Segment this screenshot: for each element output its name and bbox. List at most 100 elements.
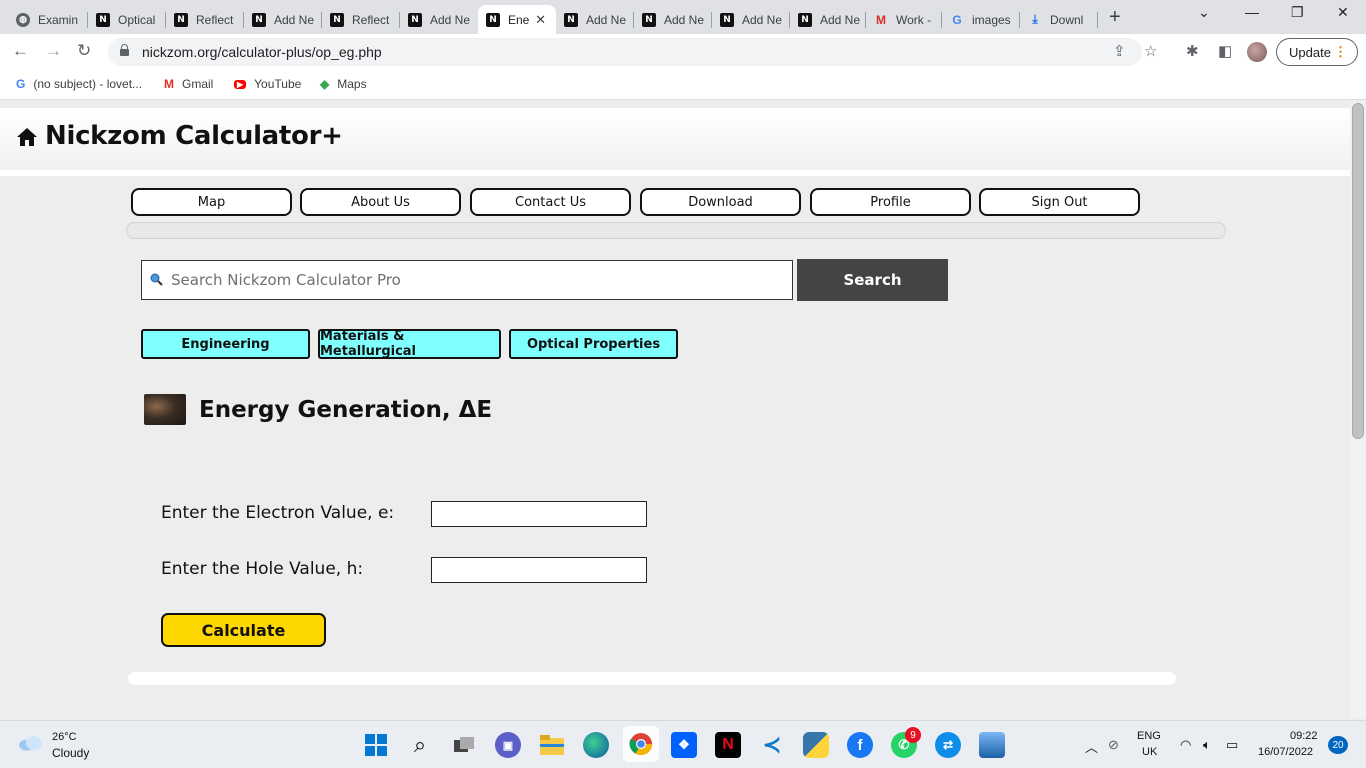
chrome-icon[interactable] [623, 726, 659, 762]
teams-chat-icon[interactable]: ▣ [495, 732, 521, 758]
header-divider [0, 170, 1350, 176]
battery-icon[interactable]: ▭ [1226, 737, 1238, 753]
wifi-icon[interactable]: ◠ [1180, 737, 1191, 753]
new-tab-icon[interactable]: + [1109, 6, 1121, 29]
side-panel-icon[interactable]: ◧ [1218, 42, 1232, 60]
windows-start-icon[interactable] [363, 732, 389, 758]
lock-icon [120, 44, 129, 56]
dropbox-icon[interactable]: ❖ [671, 732, 697, 758]
clock-date[interactable]: 16/07/2022 [1258, 746, 1313, 758]
search-taskbar-icon[interactable]: ⌕ [407, 732, 433, 758]
category-optical-properties-button[interactable]: Optical Properties [509, 329, 678, 359]
volume-icon[interactable]: 🔈︎ [1203, 737, 1211, 753]
region-indicator[interactable]: UK [1142, 746, 1157, 758]
close-window-icon[interactable]: ✕ [1337, 4, 1349, 21]
hole-value-label: Enter the Hole Value, h: [161, 559, 364, 579]
browser-tab[interactable]: N Reflect [166, 5, 244, 34]
teamviewer-icon[interactable]: ⇄ [935, 732, 961, 758]
web-page: Nickzom Calculator+ Map About Us Contact… [0, 101, 1366, 718]
profile-avatar[interactable] [1247, 42, 1267, 62]
bookmark-label: (no subject) - lovet... [33, 77, 143, 91]
menu-dots-icon: ⋮ [1334, 44, 1347, 59]
show-hidden-icons-chevron-icon[interactable]: ︿ [1085, 737, 1098, 756]
restore-icon[interactable]: ❐ [1291, 4, 1304, 21]
browser-tab[interactable]: N Reflect [322, 5, 400, 34]
weather-temperature[interactable]: 26°C [52, 731, 77, 743]
browser-tab[interactable]: N Add Ne [790, 5, 866, 34]
nickzom-favicon-icon: N [96, 12, 110, 27]
nav-download-button[interactable]: Download [640, 188, 801, 216]
bookmarks-bar: G (no subject) - lovet... M Gmail ▶ YouT… [0, 70, 1366, 100]
back-icon[interactable]: ← [12, 41, 29, 61]
browser-tab[interactable]: N Add Ne [634, 5, 712, 34]
clock-time[interactable]: 09:22 [1290, 730, 1318, 742]
facebook-icon[interactable]: f [847, 732, 873, 758]
close-tab-icon[interactable]: ✕ [535, 12, 546, 28]
category-engineering-button[interactable]: Engineering [141, 329, 310, 359]
forward-icon[interactable]: → [45, 41, 62, 61]
browser-tab[interactable]: N Add Ne [712, 5, 790, 34]
network-off-icon[interactable]: ⊘ [1108, 737, 1119, 753]
bookmark-item[interactable]: G (no subject) - lovet... [16, 77, 142, 91]
bookmark-star-icon[interactable]: ☆ [1144, 42, 1157, 60]
gmail-icon: M [164, 77, 174, 91]
weather-description[interactable]: Cloudy [52, 746, 89, 760]
reload-icon[interactable]: ↻ [77, 41, 91, 61]
category-materials-button[interactable]: Materials & Metallurgical [318, 329, 501, 359]
home-icon[interactable] [16, 127, 38, 147]
update-label: Update [1289, 44, 1331, 60]
bookmark-item[interactable]: ◆ Maps [320, 77, 367, 91]
edge-icon[interactable] [583, 732, 609, 758]
scrollbar-thumb[interactable] [1352, 103, 1364, 439]
address-bar[interactable]: nickzom.org/calculator-plus/op_eg.php ⇪ … [108, 38, 1157, 66]
nav-sign-out-button[interactable]: Sign Out [979, 188, 1140, 216]
search-input[interactable] [171, 261, 786, 299]
vscode-icon[interactable]: ≺ [759, 732, 785, 758]
hole-value-input[interactable] [431, 557, 647, 583]
nav-map-button[interactable]: Map [131, 188, 292, 216]
browser-tab[interactable]: M Work - [866, 5, 942, 34]
calculate-button[interactable]: Calculate [161, 613, 326, 647]
search-button[interactable]: Search [797, 259, 948, 301]
browser-tab[interactable]: N Add Ne [400, 5, 478, 34]
nav-contact-us-button[interactable]: Contact Us [470, 188, 631, 216]
python-icon[interactable] [803, 732, 829, 758]
browser-tab[interactable]: N Optical [88, 5, 166, 34]
extensions-icon[interactable]: ✱ [1186, 42, 1199, 60]
minimize-icon[interactable]: — [1245, 4, 1259, 20]
search-box [141, 260, 793, 300]
file-explorer-icon[interactable] [539, 732, 565, 758]
language-indicator[interactable]: ENG [1137, 730, 1161, 742]
page-scrollbar[interactable] [1350, 101, 1366, 718]
browser-tab[interactable]: G images [942, 5, 1020, 34]
browser-tab[interactable]: N Add Ne [556, 5, 634, 34]
tab-title: Optical [118, 12, 156, 27]
nav-about-us-button[interactable]: About Us [300, 188, 461, 216]
cloud-icon[interactable] [18, 735, 44, 751]
download-icon: ⤓ [1032, 12, 1038, 26]
site-title[interactable]: Nickzom Calculator+ [45, 121, 343, 151]
bookmark-item[interactable]: M Gmail [164, 77, 213, 91]
tab-title: Reflect [352, 12, 390, 27]
nickzom-favicon-icon: N [252, 12, 266, 27]
electron-value-input[interactable] [431, 501, 647, 527]
netflix-icon[interactable]: N [715, 732, 741, 758]
google-icon: G [16, 77, 26, 91]
tab-title: Ene [508, 12, 530, 27]
share-icon[interactable]: ⇪ [1113, 42, 1126, 60]
browser-tab[interactable]: N Add Ne [244, 5, 322, 34]
browser-tab[interactable]: ⤓ Downl [1020, 5, 1098, 34]
tab-search-chevron-icon[interactable]: ⌄ [1198, 4, 1210, 21]
photos-icon[interactable] [979, 732, 1005, 758]
search-icon [150, 273, 163, 286]
nav-profile-button[interactable]: Profile [810, 188, 971, 216]
browser-tab[interactable]: ◍ Examin [8, 5, 88, 34]
task-view-icon[interactable] [451, 732, 477, 758]
content-divider-bar [128, 672, 1176, 685]
update-button[interactable]: Update ⋮ [1276, 38, 1358, 66]
notification-badge[interactable]: 20 [1328, 736, 1348, 754]
nickzom-favicon-icon: N [486, 12, 500, 27]
bookmark-item[interactable]: ▶ YouTube [234, 77, 301, 91]
calculator-thumbnail [144, 394, 186, 425]
browser-tab-active[interactable]: N Ene ✕ [478, 5, 556, 34]
